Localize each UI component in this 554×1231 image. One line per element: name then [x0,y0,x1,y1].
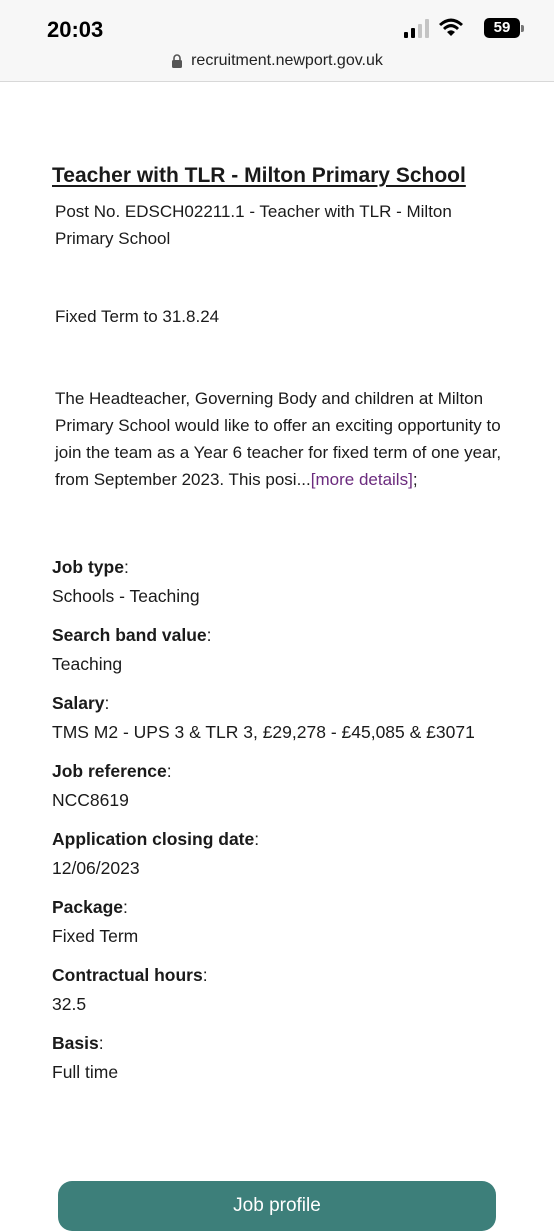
status-bar: 20:03 59 [0,0,554,50]
detail-label: Package [52,897,124,917]
detail-label: Salary [52,693,105,713]
detail-value: Teaching [52,654,123,674]
battery-level: 59 [484,18,520,38]
battery-icon: 59 [484,18,524,38]
battery-tip [521,25,524,32]
fixed-term: Fixed Term to 31.8.24 [55,307,220,326]
url-inner: recruitment.newport.gov.uk [171,52,383,70]
detail-label: Job reference [52,761,167,781]
job-profile-button[interactable]: Job profile [58,1181,496,1231]
url-bar[interactable]: recruitment.newport.gov.uk [0,50,554,82]
detail-contractual-hours: Contractual hours: 32.5 [52,963,512,1018]
post-number: Post No. EDSCH02211.1 - Teacher with TLR… [55,202,452,248]
detail-value: Schools - Teaching [52,586,200,606]
job-title-link[interactable]: Teacher with TLR - Milton Primary School [52,164,466,188]
detail-value: 32.5 [52,994,87,1014]
detail-label: Search band value [52,625,207,645]
signal-icon [404,19,429,38]
detail-value: 12/06/2023 [52,858,140,878]
detail-value: Full time [52,1062,119,1082]
detail-label: Application closing date [52,829,255,849]
wifi-icon [439,18,463,36]
detail-job-reference: Job reference: NCC8619 [52,759,512,814]
job-details: Job type: Schools - Teaching Search band… [52,555,512,1086]
detail-package: Package: Fixed Term [52,895,512,950]
status-time: 20:03 [47,17,104,42]
detail-basis: Basis: Full time [52,1031,512,1086]
summary-suffix: ; [412,470,418,489]
detail-search-band: Search band value: Teaching [52,623,512,678]
more-details-link[interactable]: [more details] [311,470,413,489]
detail-value: TMS M2 - UPS 3 & TLR 3, £29,278 - £45,08… [52,722,475,742]
detail-label: Basis [52,1033,99,1053]
job-summary: The Headteacher, Governing Body and chil… [55,385,505,493]
detail-value: Fixed Term [52,926,139,946]
detail-label: Contractual hours [52,965,203,985]
summary-text: The Headteacher, Governing Body and chil… [55,389,502,489]
detail-job-type: Job type: Schools - Teaching [52,555,512,610]
detail-value: NCC8619 [52,790,129,810]
detail-closing-date: Application closing date: 12/06/2023 [52,827,512,882]
url-text: recruitment.newport.gov.uk [191,52,383,69]
detail-label: Job type [52,557,124,577]
detail-salary: Salary: TMS M2 - UPS 3 & TLR 3, £29,278 … [52,691,512,746]
lock-icon [172,54,183,68]
